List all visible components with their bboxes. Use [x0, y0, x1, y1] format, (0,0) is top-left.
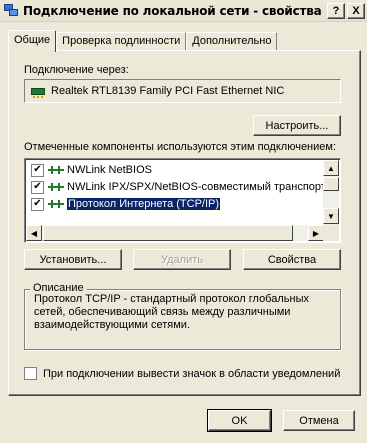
window-title: Подключение по локальной сети - свойства	[23, 3, 322, 18]
protocol-icon	[48, 199, 64, 209]
components-label: Отмеченные компоненты используются этим …	[24, 141, 337, 153]
adapter-field: Realtek RTL8139 Family PCI Fast Ethernet…	[24, 79, 341, 103]
notify-checkbox[interactable]	[24, 367, 37, 380]
properties-button[interactable]: Свойства	[243, 249, 341, 270]
scroll-right-button[interactable]: ▶	[308, 225, 324, 241]
cancel-button[interactable]: Отмена	[283, 410, 355, 431]
protocol-icon	[48, 165, 64, 175]
scroll-corner	[323, 225, 339, 241]
horizontal-scroll-thumb[interactable]	[43, 225, 293, 241]
component-checkbox[interactable]: ✔	[31, 180, 44, 194]
list-item-selected[interactable]: ✔ Протокол Интернета (TCP/IP)	[31, 196, 222, 212]
tab-authentication[interactable]: Проверка подлинности	[56, 32, 187, 51]
component-checkbox[interactable]: ✔	[31, 163, 44, 177]
description-text: Протокол TCP/IP - стандартный протокол г…	[34, 293, 309, 331]
components-list[interactable]: ✔ NWLink NetBIOS ✔ NWLink IPX/SPX/NetBIO…	[24, 158, 341, 243]
title-bar[interactable]: Подключение по локальной сети - свойства…	[0, 0, 367, 22]
notify-option[interactable]: При подключении вывести значок в области…	[24, 367, 340, 380]
component-label: Протокол Интернета (TCP/IP)	[65, 197, 222, 211]
connect-via-label: Подключение через:	[24, 64, 129, 76]
notify-label: При подключении вывести значок в области…	[43, 367, 341, 380]
install-button[interactable]: Установить...	[24, 249, 122, 270]
remove-button[interactable]: Удалить	[133, 249, 231, 270]
protocol-icon	[48, 182, 64, 192]
close-button[interactable]: X	[347, 2, 365, 19]
scroll-down-button[interactable]: ▼	[323, 208, 339, 224]
vertical-scroll-thumb[interactable]	[323, 177, 339, 191]
scroll-up-button[interactable]: ▲	[323, 160, 339, 176]
vertical-scrollbar[interactable]: ▲ ▼	[323, 160, 339, 225]
component-label: NWLink IPX/SPX/NetBIOS-совместимый транс…	[67, 181, 326, 193]
horizontal-scrollbar[interactable]: ◀ ▶	[26, 225, 324, 241]
component-checkbox[interactable]: ✔	[31, 197, 44, 211]
adapter-name: Realtek RTL8139 Family PCI Fast Ethernet…	[51, 85, 285, 97]
network-connection-icon	[4, 4, 19, 17]
tab-general[interactable]: Общие	[8, 30, 57, 52]
list-item[interactable]: ✔ NWLink IPX/SPX/NetBIOS-совместимый тра…	[31, 179, 326, 195]
tab-advanced[interactable]: Дополнительно	[186, 32, 278, 51]
component-label: NWLink NetBIOS	[67, 164, 152, 176]
help-button[interactable]: ?	[327, 2, 345, 19]
list-item[interactable]: ✔ NWLink NetBIOS	[31, 162, 152, 178]
configure-button[interactable]: Настроить...	[253, 115, 341, 136]
tab-strip: Общие Проверка подлинности Дополнительно	[8, 30, 278, 52]
ok-button[interactable]: OK	[207, 409, 272, 432]
network-card-icon	[31, 87, 45, 98]
scroll-left-button[interactable]: ◀	[26, 225, 42, 241]
